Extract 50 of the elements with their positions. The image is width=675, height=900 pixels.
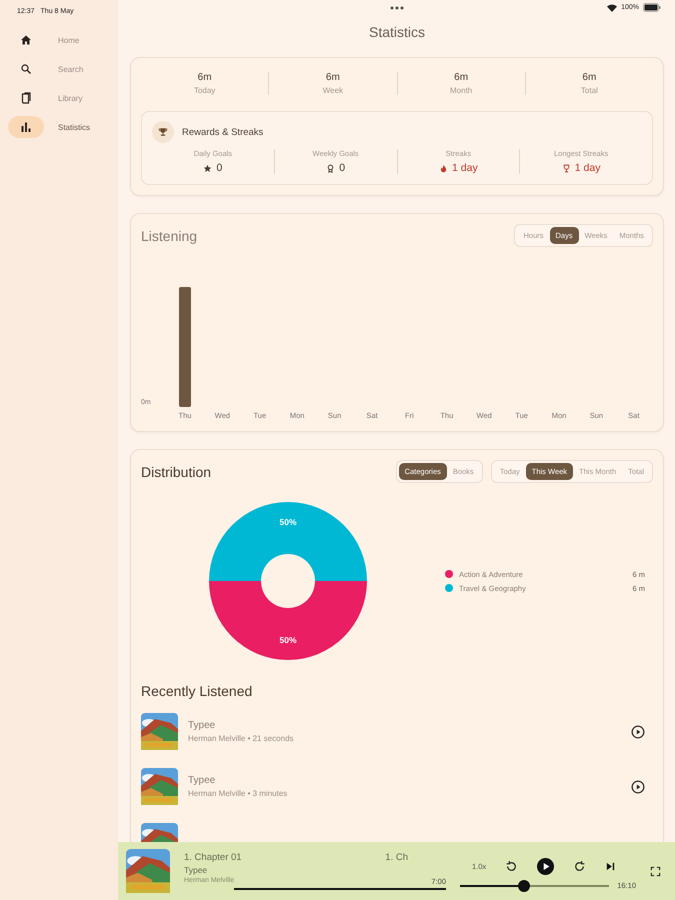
sidebar-item[interactable]: Library xyxy=(8,86,110,110)
book-title: Typee xyxy=(188,775,216,786)
rewind-icon[interactable] xyxy=(505,860,518,873)
star-icon xyxy=(203,164,212,172)
medal-icon xyxy=(326,164,336,172)
section-title: Distribution xyxy=(141,464,212,480)
book-subtitle: Herman Melville • 3 minutes xyxy=(188,789,288,798)
play-icon[interactable] xyxy=(537,858,554,875)
seek-slider-thumb[interactable] xyxy=(518,880,530,892)
trophy-icon xyxy=(562,164,571,172)
sidebar-item[interactable]: Statistics xyxy=(8,115,110,139)
summary-value: 6m xyxy=(326,72,340,83)
chapter-title: 1. Ch xyxy=(385,852,408,863)
battery-icon xyxy=(643,3,661,12)
slice-label: 50% xyxy=(280,635,296,645)
reward-value: 1 day xyxy=(452,162,478,174)
rewards-title: Rewards & Streaks xyxy=(182,126,264,138)
chapter-title: 1. Chapter 01 xyxy=(184,852,242,863)
forward-icon[interactable] xyxy=(573,860,586,873)
book-icon xyxy=(20,92,32,104)
reward-value: 0 xyxy=(216,162,222,174)
more-icon xyxy=(390,6,404,10)
reward-value: 1 day xyxy=(574,162,600,174)
fullscreen-icon[interactable] xyxy=(650,866,661,876)
reward-value: 0 xyxy=(339,162,346,174)
summary-value: 6m xyxy=(454,72,468,83)
play-icon[interactable] xyxy=(631,724,645,738)
home-icon xyxy=(20,34,32,46)
play-icon[interactable] xyxy=(631,780,645,794)
section-title: Listening xyxy=(141,228,198,244)
book-title: Typee xyxy=(184,865,208,875)
summary-label: Today xyxy=(194,86,216,95)
summary-label: Month xyxy=(450,86,472,95)
trophy-icon xyxy=(152,121,174,143)
skip-next-icon[interactable] xyxy=(605,861,616,872)
book-title: Typee xyxy=(188,720,216,731)
slice-label: 50% xyxy=(280,517,296,527)
book-subtitle: Herman Melville • 21 seconds xyxy=(188,734,295,743)
wifi-icon xyxy=(607,4,618,12)
summary-value: 6m xyxy=(198,72,212,83)
summary-label: Week xyxy=(322,86,344,95)
search-icon xyxy=(20,63,32,75)
page-title: Statistics xyxy=(368,24,426,40)
flame-icon xyxy=(439,164,448,172)
sidebar-item[interactable]: Home xyxy=(8,28,110,52)
section-title: Recently Listened xyxy=(141,683,254,699)
summary-value: 6m xyxy=(582,72,596,83)
summary-label: Total xyxy=(580,86,598,95)
sidebar-item[interactable]: Search xyxy=(8,57,110,81)
bar-chart-icon xyxy=(20,121,32,133)
